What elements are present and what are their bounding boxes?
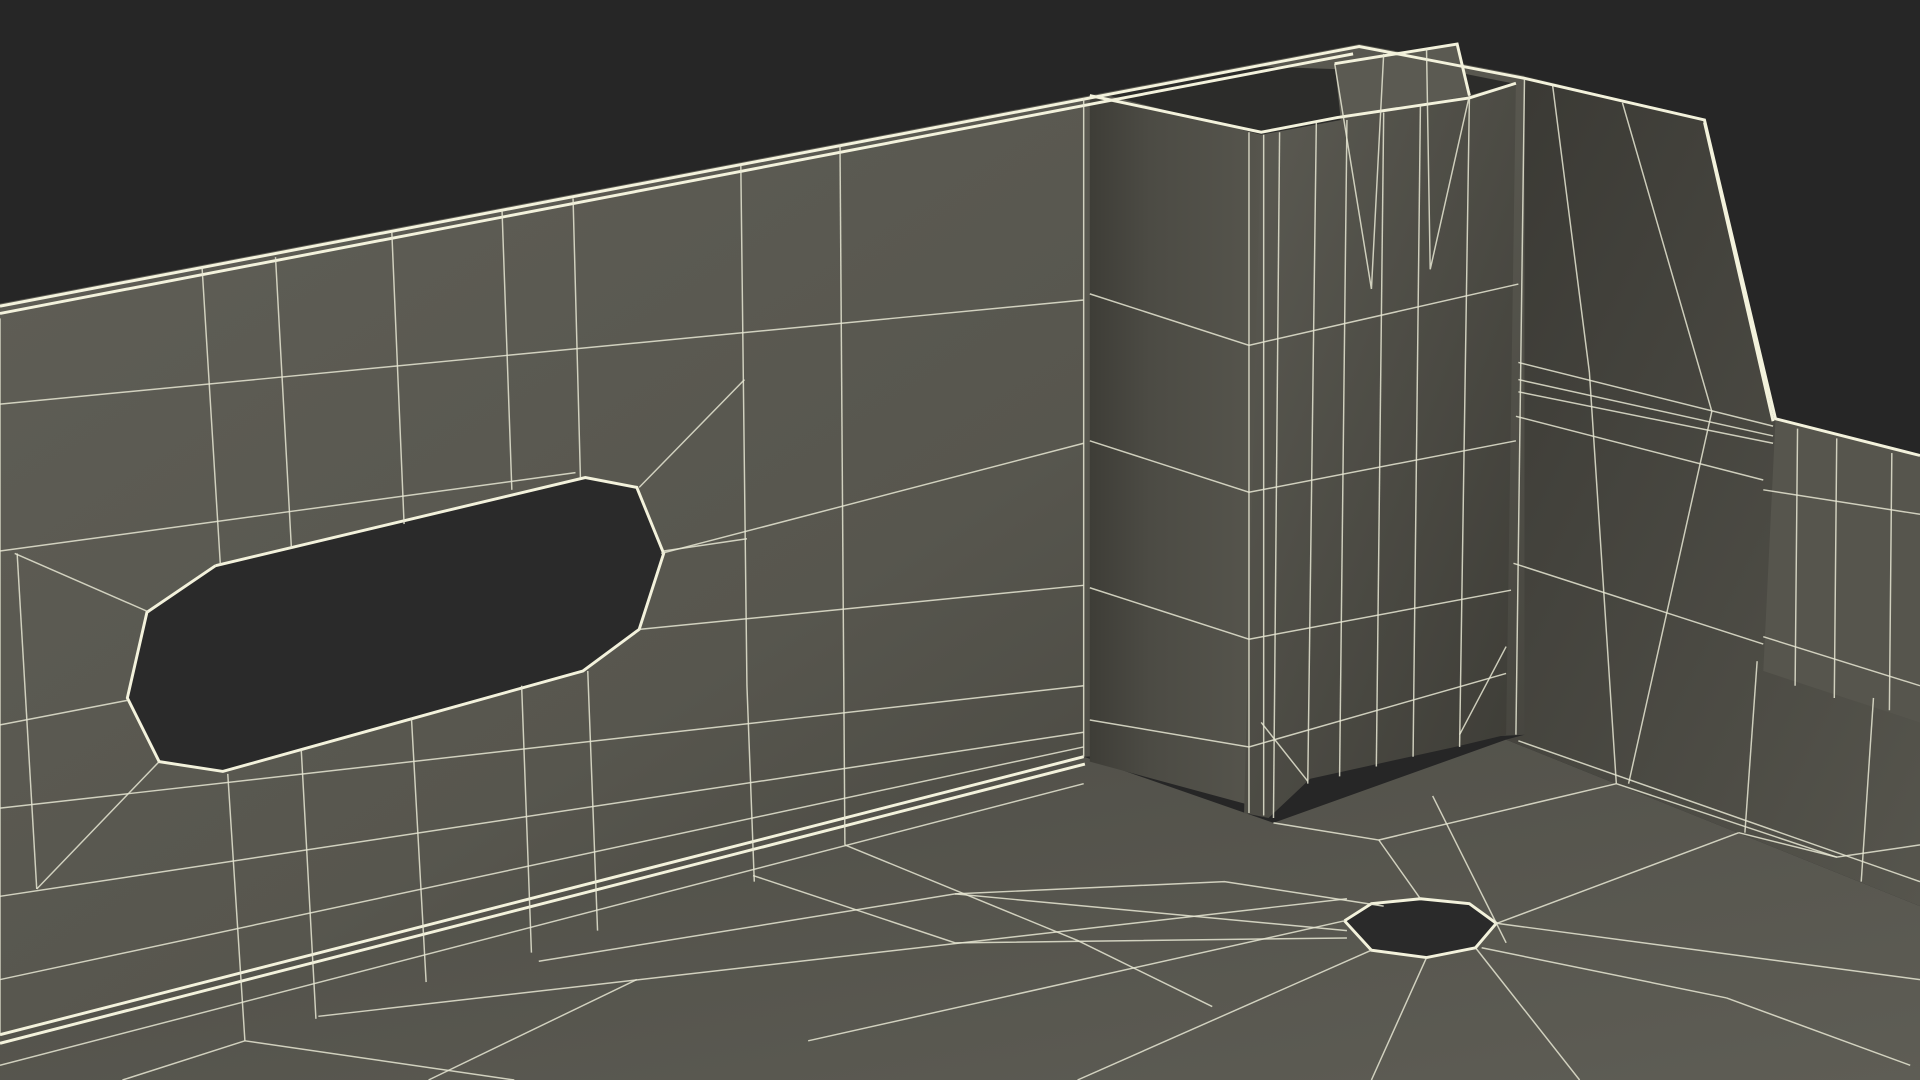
render-viewport[interactable] [0, 0, 1920, 1080]
pillar-side [1089, 95, 1262, 809]
ledge-face [1763, 418, 1920, 723]
wireframe-scene [0, 42, 1920, 1080]
